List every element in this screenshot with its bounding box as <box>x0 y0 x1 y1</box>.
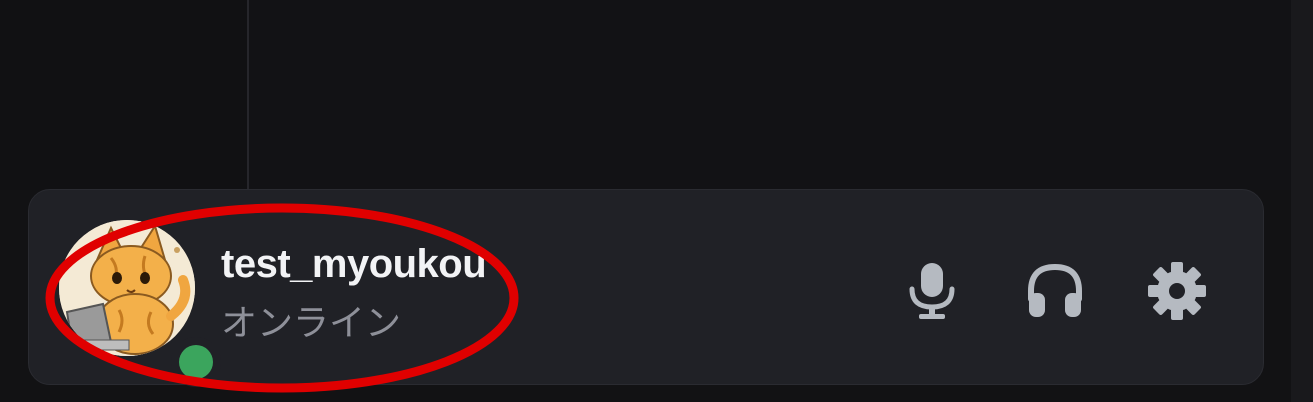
user-settings-button[interactable] <box>1142 256 1212 326</box>
microphone-icon <box>909 263 955 319</box>
mute-microphone-button[interactable] <box>897 256 967 326</box>
content-area <box>249 0 1291 190</box>
app-window: test_myoukou オンライン <box>0 0 1313 402</box>
channel-list-area <box>0 0 247 190</box>
right-scrollbar-track <box>1291 0 1313 402</box>
username-label[interactable]: test_myoukou <box>221 242 515 287</box>
user-panel: test_myoukou オンライン <box>28 189 1264 387</box>
avatar-button[interactable] <box>59 220 221 387</box>
cat-avatar-image <box>59 220 195 356</box>
online-status-indicator <box>179 345 213 379</box>
headphones-icon <box>1028 263 1082 317</box>
gear-icon <box>1148 262 1206 320</box>
status-text: オンライン <box>221 303 402 344</box>
deafen-headset-button[interactable] <box>1020 256 1090 326</box>
avatar <box>59 220 195 356</box>
